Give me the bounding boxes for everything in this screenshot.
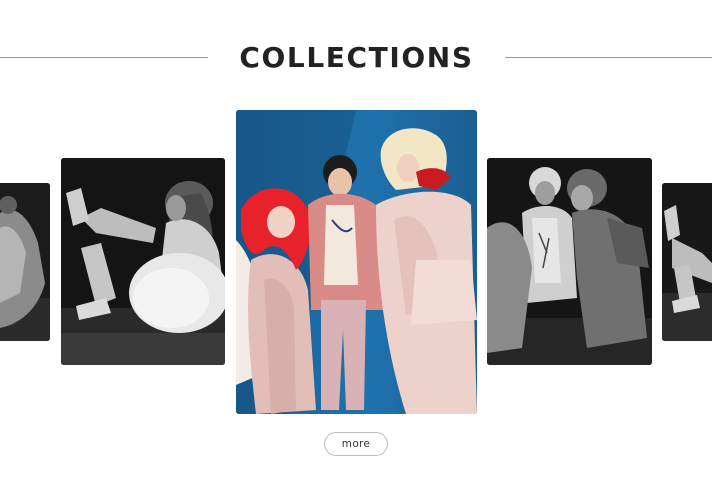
carousel-slide-far-right[interactable] — [662, 183, 712, 341]
carousel-slide-center[interactable] — [236, 110, 477, 414]
more-button[interactable]: more — [324, 432, 388, 456]
slide-photo-near-left — [61, 158, 225, 365]
collections-carousel[interactable] — [0, 0, 712, 490]
carousel-slide-near-right[interactable] — [487, 158, 652, 365]
slide-photo-far-left — [0, 183, 50, 341]
carousel-slide-far-left[interactable] — [0, 183, 50, 341]
slide-photo-far-right — [662, 183, 712, 341]
carousel-slide-near-left[interactable] — [61, 158, 225, 365]
slide-photo-center — [236, 110, 477, 414]
slide-photo-near-right — [487, 158, 652, 365]
